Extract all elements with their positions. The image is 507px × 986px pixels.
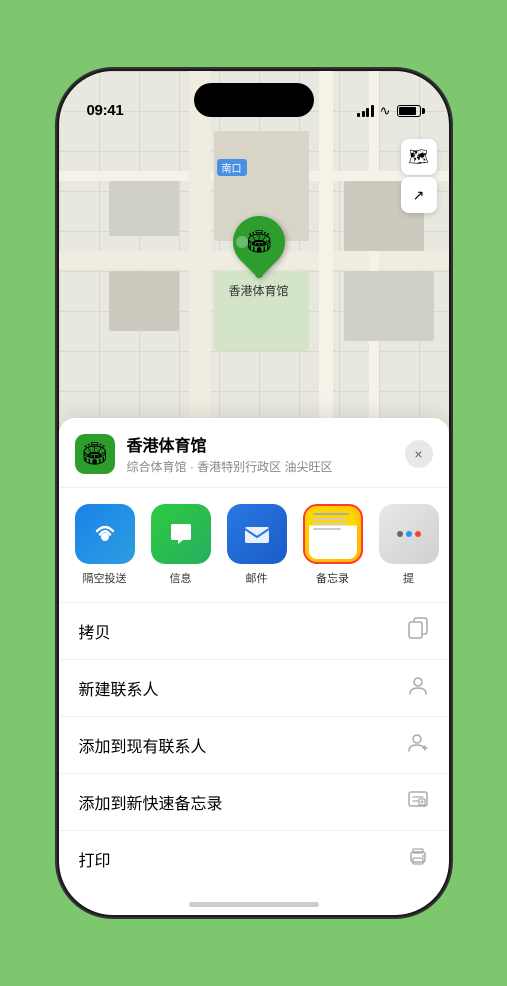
south-entrance-label: 南口 xyxy=(217,159,247,176)
location-marker[interactable]: 🏟 香港体育馆 xyxy=(229,216,289,299)
map-location-button[interactable]: ↗ xyxy=(401,177,437,213)
new-contact-label: 新建联系人 xyxy=(79,676,159,700)
phone-frame: 09:41 ∿ xyxy=(59,71,449,915)
location-arrow-icon: ↗ xyxy=(413,187,425,204)
message-label: 信息 xyxy=(170,570,192,586)
new-contact-icon xyxy=(407,674,429,702)
print-icon xyxy=(407,845,429,873)
airdrop-label: 隔空投送 xyxy=(83,570,127,586)
status-icons: ∿ xyxy=(357,103,420,119)
notes-label: 备忘录 xyxy=(316,570,349,586)
notes-icon xyxy=(303,504,363,564)
mail-icon xyxy=(227,504,287,564)
actions-row: 隔空投送 信息 xyxy=(59,488,449,603)
message-icon xyxy=(151,504,211,564)
list-item-copy[interactable]: 拷贝 xyxy=(59,603,449,660)
print-label: 打印 xyxy=(79,847,111,871)
list-item-add-contact[interactable]: 添加到现有联系人 xyxy=(59,717,449,774)
airdrop-icon xyxy=(75,504,135,564)
layers-icon: 🗺 xyxy=(408,147,428,167)
copy-label: 拷贝 xyxy=(79,619,111,643)
more-icon xyxy=(379,504,439,564)
mail-label: 邮件 xyxy=(246,570,268,586)
building-1 xyxy=(109,181,179,236)
dynamic-island xyxy=(194,83,314,117)
add-contact-label: 添加到现有联系人 xyxy=(79,733,207,757)
map-layers-button[interactable]: 🗺 xyxy=(401,139,437,175)
marker-label: 香港体育馆 xyxy=(229,282,289,299)
phone-screen: 09:41 ∿ xyxy=(59,71,449,915)
venue-icon: 🏟 xyxy=(75,434,115,474)
copy-icon xyxy=(407,617,429,645)
action-notes[interactable]: 备忘录 xyxy=(299,504,367,586)
signal-icon xyxy=(357,105,374,117)
marker-pin: 🏟 xyxy=(222,205,296,279)
venue-name: 香港体育馆 xyxy=(127,432,405,456)
sheet-header: 🏟 香港体育馆 综合体育馆 · 香港特别行政区 油尖旺区 × xyxy=(59,418,449,488)
venue-marker-icon: 🏟 xyxy=(245,229,273,255)
list-item-print[interactable]: 打印 xyxy=(59,831,449,887)
quick-note-label: 添加到新快速备忘录 xyxy=(79,790,223,814)
add-contact-icon xyxy=(407,731,429,759)
wifi-icon: ∿ xyxy=(380,103,391,119)
status-time: 09:41 xyxy=(87,102,124,119)
bottom-sheet: 🏟 香港体育馆 综合体育馆 · 香港特别行政区 油尖旺区 × xyxy=(59,418,449,915)
list-items: 拷贝 新建联系人 xyxy=(59,603,449,887)
building-4 xyxy=(109,271,179,331)
list-item-new-contact[interactable]: 新建联系人 xyxy=(59,660,449,717)
home-indicator xyxy=(189,902,319,907)
venue-info: 香港体育馆 综合体育馆 · 香港特别行政区 油尖旺区 xyxy=(127,432,405,475)
venue-subtitle: 综合体育馆 · 香港特别行政区 油尖旺区 xyxy=(127,458,405,475)
quick-note-icon xyxy=(407,788,429,816)
action-message[interactable]: 信息 xyxy=(147,504,215,586)
close-button[interactable]: × xyxy=(405,440,433,468)
venue-emoji-icon: 🏟 xyxy=(81,441,109,467)
action-airdrop[interactable]: 隔空投送 xyxy=(71,504,139,586)
map-controls: 🗺 ↗ xyxy=(401,139,437,213)
action-mail[interactable]: 邮件 xyxy=(223,504,291,586)
building-5 xyxy=(344,271,434,341)
battery-icon xyxy=(397,105,421,117)
list-item-quick-note[interactable]: 添加到新快速备忘录 xyxy=(59,774,449,831)
action-more[interactable]: 提 xyxy=(375,504,443,586)
more-label: 提 xyxy=(403,570,414,586)
